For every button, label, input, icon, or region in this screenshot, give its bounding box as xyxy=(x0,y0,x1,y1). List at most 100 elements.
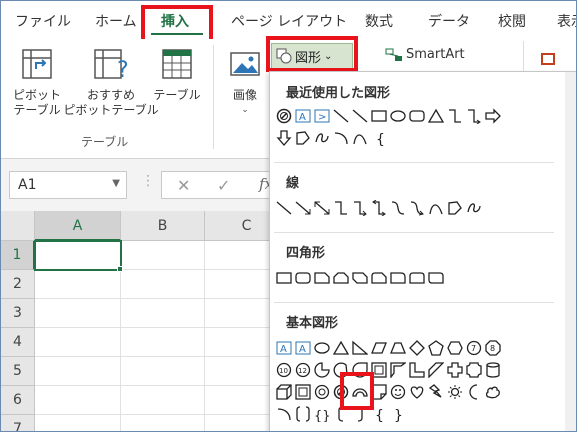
double-arrow-line-tool[interactable] xyxy=(312,198,331,218)
grid-cell[interactable] xyxy=(121,328,205,357)
rectangle-shape[interactable] xyxy=(369,106,388,126)
rounded-rect-shape[interactable] xyxy=(407,106,426,126)
pentagon-basic[interactable] xyxy=(426,338,445,358)
column-header-a[interactable]: A xyxy=(35,211,121,241)
scribble-tool[interactable] xyxy=(464,198,483,218)
cube-basic[interactable] xyxy=(274,382,293,402)
cancel-icon[interactable]: ✕ xyxy=(177,176,190,195)
elbow-arrow-tool[interactable] xyxy=(350,198,369,218)
heptagon-basic[interactable]: 7 xyxy=(464,338,483,358)
parallelogram-basic[interactable] xyxy=(369,338,388,358)
donut-basic[interactable] xyxy=(312,382,331,402)
grid-cell[interactable] xyxy=(35,299,121,328)
image-button[interactable]: 画像 ⌄ xyxy=(223,47,267,118)
scribble-shape[interactable] xyxy=(312,128,331,148)
rect-shape[interactable] xyxy=(274,268,293,288)
down-arrow-shape[interactable] xyxy=(274,128,293,148)
recommended-pivot-button[interactable]: ? おすすめ ピボットテーブル xyxy=(63,47,159,118)
row-header-2[interactable]: 2 xyxy=(1,270,35,299)
brace-shape[interactable]: { xyxy=(369,128,388,148)
line-shape[interactable] xyxy=(331,106,350,126)
octagon-basic[interactable]: 8 xyxy=(483,338,502,358)
row-header-7[interactable]: 7 xyxy=(1,415,35,431)
oval-shape[interactable] xyxy=(388,106,407,126)
elbow-connector-shape[interactable] xyxy=(445,106,464,126)
addin-icon[interactable] xyxy=(541,53,555,65)
lightning-bolt-basic[interactable] xyxy=(426,382,445,402)
round-single-corner-shape[interactable] xyxy=(388,268,407,288)
grid-cell[interactable] xyxy=(35,357,121,386)
grid-cell[interactable] xyxy=(121,270,205,299)
smartart-button[interactable]: SmartArt xyxy=(385,47,465,62)
row-header-4[interactable]: 4 xyxy=(1,328,35,357)
cloud-basic[interactable] xyxy=(483,382,502,402)
tab-home[interactable]: ホーム xyxy=(95,11,137,31)
elbow-tool[interactable] xyxy=(331,198,350,218)
grid-cell[interactable] xyxy=(35,328,121,357)
row-header-6[interactable]: 6 xyxy=(1,386,35,415)
tab-view[interactable]: 表示 xyxy=(557,11,576,31)
curved-connector-tool[interactable] xyxy=(388,198,407,218)
bevel-basic[interactable] xyxy=(293,382,312,402)
vertical-textbox-basic[interactable]: A xyxy=(293,338,312,358)
can-basic[interactable] xyxy=(483,360,502,380)
elbow-double-arrow-tool[interactable] xyxy=(369,198,388,218)
triangle-shape[interactable] xyxy=(426,106,445,126)
grid-cell[interactable] xyxy=(121,357,205,386)
cross-basic[interactable] xyxy=(445,360,464,380)
line-shape-2[interactable] xyxy=(350,106,369,126)
select-all-corner[interactable] xyxy=(1,211,35,241)
pie-basic[interactable] xyxy=(312,360,331,380)
elbow-arrow-shape[interactable] xyxy=(464,106,483,126)
right-arrow-shape[interactable] xyxy=(483,106,502,126)
hexagon-basic[interactable] xyxy=(445,338,464,358)
grid-cell[interactable] xyxy=(121,299,205,328)
enter-check-icon[interactable]: ✓ xyxy=(217,176,230,195)
diagonal-stripe-basic[interactable] xyxy=(426,360,445,380)
rounded-rect-tool[interactable] xyxy=(293,268,312,288)
active-cell-a1[interactable] xyxy=(34,240,122,271)
snip-diagonal-shape[interactable] xyxy=(350,268,369,288)
arc-basic[interactable] xyxy=(274,404,293,424)
name-box-dropdown-icon[interactable]: ▼ xyxy=(112,178,120,189)
curve-tool[interactable] xyxy=(426,198,445,218)
row-header-1[interactable]: 1 xyxy=(1,241,35,270)
pivot-table-button[interactable]: ピボット テーブル xyxy=(9,47,65,118)
plaque-basic[interactable] xyxy=(464,360,483,380)
tab-data[interactable]: データ xyxy=(428,11,470,31)
smiley-face-basic[interactable] xyxy=(388,382,407,402)
sun-basic[interactable] xyxy=(445,382,464,402)
dodecagon-basic[interactable]: 12 xyxy=(293,360,312,380)
row-header-5[interactable]: 5 xyxy=(1,357,35,386)
double-bracket-basic[interactable] xyxy=(293,404,312,424)
tab-formulas[interactable]: 数式 xyxy=(365,11,393,31)
double-brace-basic[interactable]: {} xyxy=(312,404,331,424)
name-box[interactable]: A1 ▼ xyxy=(9,171,127,199)
decagon-basic[interactable]: 10 xyxy=(274,360,293,380)
freeform-shape[interactable] xyxy=(293,128,312,148)
textbox-shape[interactable]: A xyxy=(293,106,312,126)
grid-cell[interactable] xyxy=(35,415,121,431)
row-header-3[interactable]: 3 xyxy=(1,299,35,328)
arrow-line-tool[interactable] xyxy=(293,198,312,218)
round-diagonal-shape[interactable] xyxy=(426,268,445,288)
tab-file[interactable]: ファイル xyxy=(15,11,71,31)
isosceles-triangle-basic[interactable] xyxy=(331,338,350,358)
grid-cell[interactable] xyxy=(121,386,205,415)
fill-handle[interactable] xyxy=(117,266,123,272)
dropdown-scrollbar[interactable] xyxy=(565,72,576,431)
no-symbol-shape[interactable] xyxy=(274,106,293,126)
textbox-basic[interactable]: A xyxy=(274,338,293,358)
vertical-textbox-shape[interactable]: > xyxy=(312,106,331,126)
grid-cell[interactable] xyxy=(35,386,121,415)
round-same-side-shape[interactable] xyxy=(407,268,426,288)
right-triangle-basic[interactable] xyxy=(350,338,369,358)
right-brace-basic[interactable]: } xyxy=(388,404,407,424)
oval-basic[interactable] xyxy=(312,338,331,358)
table-button[interactable]: テーブル xyxy=(151,47,203,103)
diamond-basic[interactable] xyxy=(407,338,426,358)
moon-basic[interactable] xyxy=(464,382,483,402)
l-shape-basic[interactable] xyxy=(407,360,426,380)
snip-round-shape[interactable] xyxy=(369,268,388,288)
curve-shape[interactable] xyxy=(350,128,369,148)
